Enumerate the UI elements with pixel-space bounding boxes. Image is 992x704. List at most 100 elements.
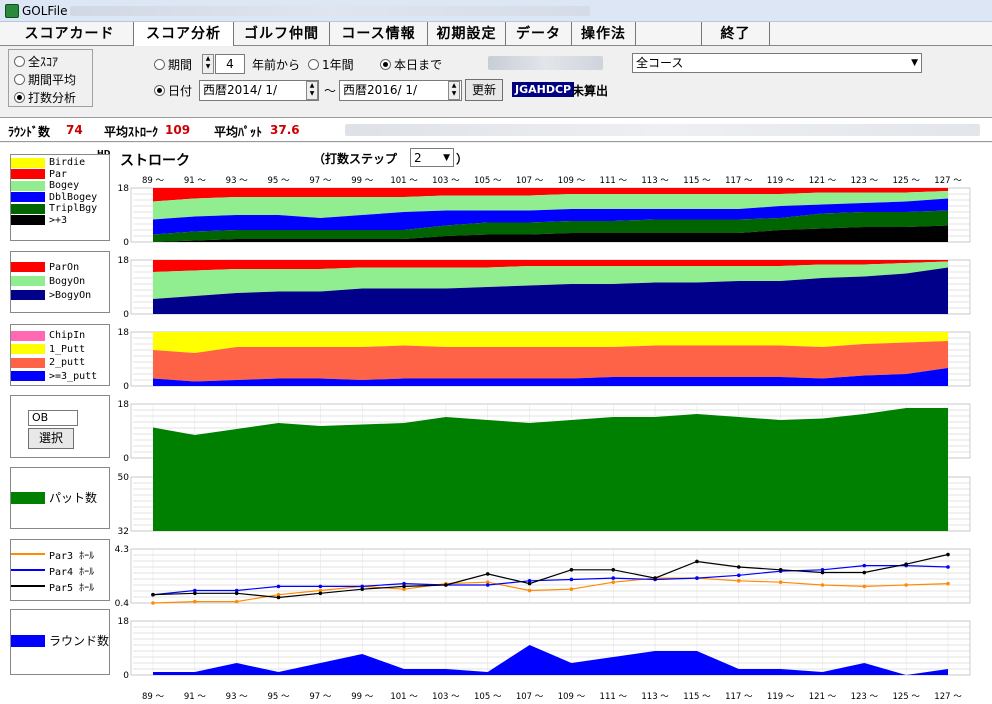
line-point xyxy=(736,565,741,569)
line-point xyxy=(193,591,197,596)
tab-operation[interactable]: 操作法 xyxy=(572,22,636,46)
date-to-spinner[interactable]: ▲ ▼ xyxy=(448,81,460,100)
course-select-value: 全コース xyxy=(636,56,684,70)
x-tick-label: 125 ～ xyxy=(892,176,920,186)
date-from-input[interactable]: 西暦2014/ 1/ xyxy=(199,80,319,101)
x-tick-label: 111 ～ xyxy=(600,692,628,702)
hdcp-value: 未算出 xyxy=(572,84,609,98)
tab-scorecard[interactable]: スコアカード xyxy=(6,22,134,46)
x-tick-label: 97 ～ xyxy=(309,176,332,186)
x-tick-label: 119 ～ xyxy=(767,692,795,702)
x-tick-label: 115 ～ xyxy=(683,176,711,186)
radio-period-avg[interactable]: 期間平均 xyxy=(14,71,76,88)
line-point xyxy=(485,583,490,587)
radio-period-avg-label: 期間平均 xyxy=(28,73,77,87)
avg-stroke-label: 平均ｽﾄﾛｰｸ xyxy=(104,125,159,139)
radio-stroke-analysis[interactable]: 打数分析 xyxy=(14,89,76,106)
line-point xyxy=(862,584,867,589)
x-tick-label: 89 ～ xyxy=(142,692,165,702)
line-point xyxy=(778,567,783,572)
line-point xyxy=(151,601,155,605)
analysis-panel: ストローク HD （打数ステップ 2▼ ） Birdie Par Bogey D… xyxy=(0,143,992,704)
chevron-down-icon: ▼ xyxy=(911,58,918,68)
radio-indicator-on xyxy=(380,59,391,70)
tab-score-analysis[interactable]: スコア分析 xyxy=(134,22,234,46)
years-input[interactable]: 4 xyxy=(215,54,245,74)
x-tick-label: 99 ～ xyxy=(351,692,374,702)
course-select[interactable]: 全コース ▼ xyxy=(632,53,922,73)
avg-putt-label: 平均ﾊﾟｯﾄ xyxy=(214,125,263,139)
radio-all-score[interactable]: 全ｽｺｱ xyxy=(14,53,58,70)
tab-exit[interactable]: 終了 xyxy=(702,22,770,46)
line-point xyxy=(946,565,950,569)
y-tick-label: 18 xyxy=(118,400,130,410)
app-icon xyxy=(5,4,19,18)
x-tick-label: 117 ～ xyxy=(725,176,753,186)
line-point xyxy=(862,570,867,575)
line-point xyxy=(611,576,616,580)
x-tick-label: 107 ～ xyxy=(516,176,544,186)
date-from-spinner[interactable]: ▲ ▼ xyxy=(306,81,318,100)
area- xyxy=(153,408,948,531)
line-point xyxy=(695,576,699,580)
y-tick-label: 18 xyxy=(118,328,130,338)
avg-stroke-value: 109 xyxy=(165,123,191,137)
y-tick-label: 0 xyxy=(123,671,129,681)
radio-stroke-analysis-label: 打数分析 xyxy=(28,91,77,105)
line-point xyxy=(736,573,741,578)
radio-date[interactable]: 日付 xyxy=(154,82,192,99)
line-point xyxy=(444,583,448,587)
line-point xyxy=(318,584,323,589)
radio-period[interactable]: 期間 xyxy=(154,56,192,73)
x-tick-label: 103 ～ xyxy=(432,692,460,702)
years-suffix: 年前から xyxy=(252,58,301,72)
tab-data[interactable]: データ xyxy=(506,22,572,46)
date-label: 日付 xyxy=(168,84,193,98)
x-tick-label: 91 ～ xyxy=(184,176,207,186)
x-tick-label: 123 ～ xyxy=(851,692,879,702)
line-point xyxy=(276,584,281,589)
y-tick-label: 0 xyxy=(123,238,129,248)
until-today-label: 本日まで xyxy=(394,58,443,72)
tab-blank[interactable] xyxy=(636,22,702,46)
x-tick-label: 113 ～ xyxy=(641,692,669,702)
y-tick-label: 4.3 xyxy=(115,545,129,555)
line-point xyxy=(778,580,783,585)
x-tick-label: 103 ～ xyxy=(432,176,460,186)
radio-indicator xyxy=(14,56,25,67)
line-point xyxy=(611,567,616,572)
y-tick-label: 18 xyxy=(118,256,130,266)
line-point xyxy=(904,583,908,587)
blurred-path xyxy=(70,6,590,16)
radio-one-year[interactable]: 1年間 xyxy=(308,56,354,73)
x-tick-label: 119 ～ xyxy=(767,176,795,186)
x-tick-label: 95 ～ xyxy=(268,176,291,186)
x-tick-label: 111 ～ xyxy=(600,176,628,186)
area-2putt xyxy=(153,341,948,382)
stats-bar: ﾗｳﾝﾄﾞ数 74 平均ｽﾄﾛｰｸ 109 平均ﾊﾟｯﾄ 37.6 xyxy=(0,117,992,142)
tab-initial-settings[interactable]: 初期設定 xyxy=(428,22,506,46)
update-button[interactable]: 更新 xyxy=(465,79,503,101)
line-point xyxy=(485,572,490,576)
y-tick-label: 18 xyxy=(118,184,130,194)
line-point xyxy=(151,592,155,597)
line-point xyxy=(946,552,950,557)
radio-until-today[interactable]: 本日まで xyxy=(380,56,442,73)
charts-svg: 18 0 18 0 18 0 18 0 50 32 4.3 0.4 18 0 89 ～ 91 ～ 93 ～ 95 … xyxy=(115,176,971,702)
line-point xyxy=(653,576,657,580)
x-tick-label: 121 ～ xyxy=(809,176,837,186)
line-point xyxy=(695,559,699,564)
radio-indicator xyxy=(14,74,25,85)
y-tick-label: 0.4 xyxy=(115,599,130,609)
line-point xyxy=(862,563,867,568)
tab-golf-friends[interactable]: ゴルフ仲間 xyxy=(234,22,330,46)
x-tick-label: 105 ～ xyxy=(474,176,502,186)
x-tick-label: 93 ～ xyxy=(226,692,249,702)
x-tick-label: 91 ～ xyxy=(184,692,207,702)
years-spinner[interactable]: ▲ ▼ xyxy=(202,54,214,74)
rounds-label: ﾗｳﾝﾄﾞ数 xyxy=(8,125,51,139)
tab-course-info[interactable]: コース情報 xyxy=(330,22,428,46)
date-to-input[interactable]: 西暦2016/ 1/ xyxy=(339,80,462,101)
radio-all-score-label: 全ｽｺｱ xyxy=(28,55,59,69)
x-tick-label: 125 ～ xyxy=(892,692,920,702)
